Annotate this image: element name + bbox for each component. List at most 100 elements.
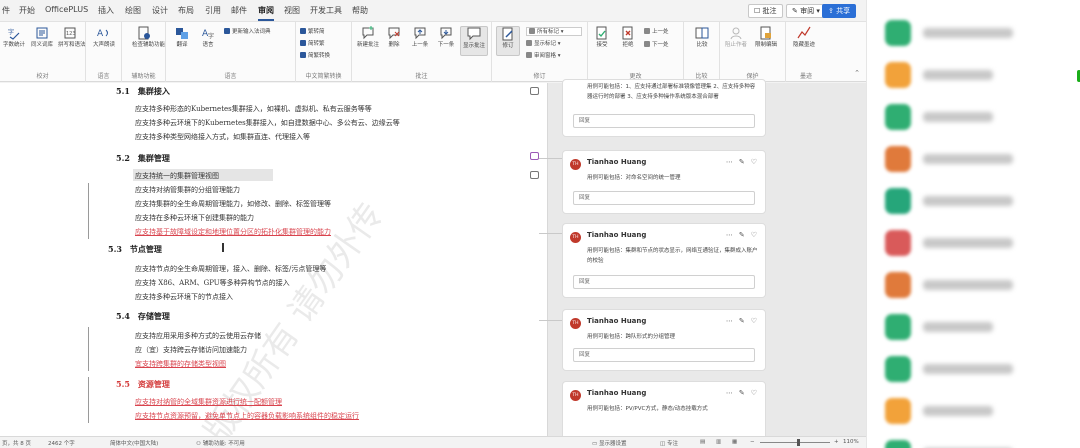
list-item[interactable] <box>881 436 1071 448</box>
zoom-slider[interactable] <box>760 442 830 443</box>
word-count-button[interactable]: 字 字数统计 <box>2 26 26 49</box>
tab-review[interactable]: 审阅 <box>258 5 274 21</box>
thesaurus-button[interactable]: 同义词库 <box>30 26 54 49</box>
list-item[interactable] <box>881 310 1071 344</box>
reply-input[interactable]: 回复 <box>573 348 755 362</box>
word-count[interactable]: 2462 个字 <box>48 439 75 447</box>
tab-design[interactable]: 设计 <box>152 5 168 16</box>
web-layout-icon[interactable]: ▦ <box>732 439 737 445</box>
edit-icon[interactable]: ✎ <box>739 389 745 397</box>
list-item[interactable] <box>881 142 1071 176</box>
list-item-text <box>923 364 1013 374</box>
compare-button[interactable]: 比较 <box>690 26 714 49</box>
tab-file[interactable]: 件 <box>2 5 10 16</box>
hide-ink-button[interactable]: 隐藏墨迹 <box>792 26 816 49</box>
tab-draw[interactable]: 绘图 <box>125 5 141 16</box>
accessibility-status[interactable]: ⚇ 辅助功能: 不可用 <box>196 439 245 447</box>
spelling-grammar-button[interactable]: 123 拼写和语法 <box>58 26 86 49</box>
comment-card[interactable]: 用例可能包括：1、应支持通过部署标准镜像管理集 2、应支持多种容器运行时的部署 … <box>562 79 766 137</box>
edit-icon[interactable]: ✎ <box>739 317 745 325</box>
block-authors-button[interactable]: 阻止作者 <box>724 26 748 49</box>
reply-input[interactable]: 回复 <box>573 275 755 289</box>
focus-button[interactable]: ◫ 专注 <box>660 439 678 447</box>
comment-marker-icon[interactable] <box>530 171 539 179</box>
list-item[interactable] <box>881 394 1071 428</box>
comments-button[interactable]: ☐ 批注 <box>748 4 783 18</box>
track-changes-button[interactable]: 修订 <box>496 26 520 56</box>
language-indicator[interactable]: 简体中文(中国大陆) <box>110 439 158 447</box>
traditional-to-simplified-button[interactable]: 繁转简 <box>300 28 325 37</box>
comment-marker-icon[interactable] <box>530 152 539 160</box>
tab-layout[interactable]: 布局 <box>178 5 194 16</box>
zoom-level[interactable]: 110% <box>843 439 859 445</box>
comment-card[interactable]: TH Tianhao Huang ⋯ ✎ ♡ 用例可能包括：对命名空间的统一管理 回… <box>562 150 766 214</box>
tab-help[interactable]: 帮助 <box>352 5 368 16</box>
previous-comment-button[interactable]: 上一条 <box>408 26 432 49</box>
print-layout-icon[interactable]: ▥ <box>716 439 721 445</box>
like-icon[interactable]: ♡ <box>751 317 757 325</box>
next-change-button[interactable]: 下一处 <box>644 41 669 50</box>
tab-officeplus[interactable]: OfficePLUS <box>45 5 88 14</box>
tab-references[interactable]: 引用 <box>205 5 221 16</box>
translate-button[interactable]: 翻译 <box>170 26 194 49</box>
list-item[interactable] <box>881 226 1071 260</box>
comment-author: Tianhao Huang <box>587 158 647 166</box>
list-item[interactable] <box>881 100 1071 134</box>
read-aloud-button[interactable]: A 大声朗读 <box>92 26 116 49</box>
like-icon[interactable]: ♡ <box>751 231 757 239</box>
conversion-settings-button[interactable]: 简繁转换 <box>300 52 330 61</box>
zoom-slider-thumb[interactable] <box>797 439 800 446</box>
more-options-icon[interactable]: ⋯ <box>726 231 733 239</box>
reject-change-button[interactable]: 拒绝 <box>616 26 640 49</box>
read-mode-icon[interactable]: ▤ <box>700 439 705 445</box>
zoom-in-button[interactable]: + <box>834 439 839 445</box>
zoom-out-button[interactable]: − <box>750 439 755 445</box>
share-button[interactable]: ⇪ 共享 <box>822 4 857 18</box>
tab-mailings[interactable]: 邮件 <box>231 5 247 16</box>
comment-card[interactable]: TH Tianhao Huang ⋯ ✎ ♡ 用例可能包括：PV/PVC方式，静态/… <box>562 381 766 441</box>
editing-mode-button[interactable]: ✎ 审阅 ▾ <box>786 4 826 18</box>
markup-display-dropdown[interactable]: 所有标记 ▾ <box>526 27 582 36</box>
simplified-to-traditional-button[interactable]: 简转繁 <box>300 40 325 49</box>
show-markup-dropdown[interactable]: 显示标记 ▾ <box>526 40 561 49</box>
tab-home[interactable]: 开始 <box>19 5 35 16</box>
comment-marker-icon[interactable] <box>530 87 539 95</box>
edit-icon[interactable]: ✎ <box>739 231 745 239</box>
list-item[interactable] <box>881 16 1071 50</box>
document-page[interactable]: 版权所有 请勿外传 5.1 集群接入 应支持多种形态的Kubernetes集群接… <box>0 83 548 448</box>
comment-card[interactable]: TH Tianhao Huang ⋯ ✎ ♡ 用例可能包括：集群和节点的状态显示，网… <box>562 223 766 298</box>
tab-insert[interactable]: 插入 <box>98 5 114 16</box>
more-options-icon[interactable]: ⋯ <box>726 158 733 166</box>
comment-card[interactable]: TH Tianhao Huang ⋯ ✎ ♡ 用例可能包括：跨队形式的分组管理 回复 <box>562 309 766 371</box>
reply-input[interactable]: 回复 <box>573 191 755 205</box>
list-item[interactable] <box>881 58 1071 92</box>
list-item[interactable] <box>881 184 1071 218</box>
tab-view[interactable]: 视图 <box>284 5 300 16</box>
more-options-icon[interactable]: ⋯ <box>726 317 733 325</box>
list-item[interactable] <box>881 352 1071 386</box>
group-proofing: 字 字数统计 同义词库 123 拼写和语法 校对 <box>0 22 86 82</box>
next-comment-button[interactable]: 下一条 <box>434 26 458 49</box>
language-button[interactable]: A字 语言 <box>196 26 220 49</box>
accept-change-button[interactable]: 接受 <box>590 26 614 49</box>
show-comments-button[interactable]: 显示批注 <box>460 26 488 56</box>
more-options-icon[interactable]: ⋯ <box>726 389 733 397</box>
reviewing-pane-dropdown[interactable]: 审阅窗格 ▾ <box>526 52 561 61</box>
list-item[interactable] <box>881 268 1071 302</box>
restrict-editing-button[interactable]: 限制编辑 <box>754 26 778 49</box>
edit-icon[interactable]: ✎ <box>739 158 745 166</box>
update-ime-dictionary-button[interactable]: 更新输入法词典 <box>224 28 271 37</box>
check-accessibility-button[interactable]: 检查辅助功能 <box>132 26 165 49</box>
like-icon[interactable]: ♡ <box>751 389 757 397</box>
delete-comment-button[interactable]: 删除 <box>382 26 406 49</box>
previous-change-button[interactable]: 上一处 <box>644 28 669 37</box>
word-window: 件 开始 OfficePLUS 插入 绘图 设计 布局 引用 邮件 审阅 视图 … <box>0 0 866 448</box>
reply-input[interactable]: 回复 <box>573 114 755 128</box>
collapse-ribbon-icon[interactable]: ⌃ <box>854 69 860 77</box>
new-comment-button[interactable]: 新建批注 <box>356 26 380 49</box>
like-icon[interactable]: ♡ <box>751 158 757 166</box>
group-name-speech: 语言 <box>97 73 110 80</box>
display-settings-button[interactable]: ▭ 显示器设置 <box>592 439 626 447</box>
page-indicator[interactable]: 页，共 8 页 <box>2 439 31 447</box>
tab-developer[interactable]: 开发工具 <box>310 5 342 16</box>
